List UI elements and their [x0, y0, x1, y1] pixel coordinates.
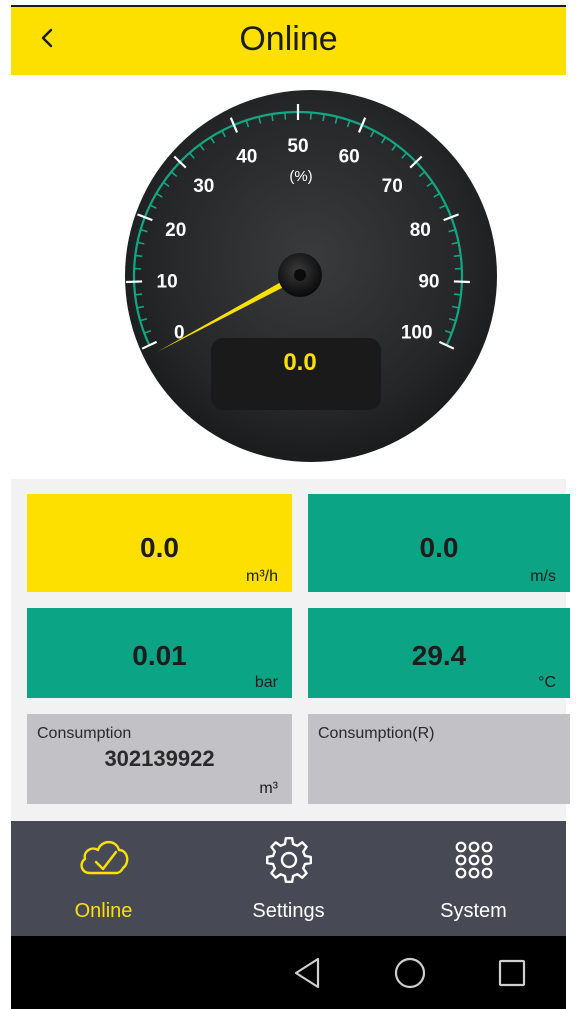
flow-rate-unit: m³/h [246, 568, 278, 585]
pressure-unit: bar [254, 674, 278, 691]
gauge-minor-tick [453, 293, 462, 296]
gauge-minor-tick [135, 254, 143, 258]
gauge-major-tick [126, 280, 143, 284]
gauge-tick-label: 90 [418, 272, 439, 293]
gauge-tick-label: 100 [401, 322, 433, 343]
consumption-unit: m³ [259, 780, 278, 797]
gauge-readout: 0.0 [283, 349, 316, 376]
velocity-value: 0.0 [419, 532, 459, 563]
velocity-unit: m/s [530, 568, 556, 585]
recents-square-icon[interactable] [492, 953, 532, 993]
velocity-tile: 0.0 m/s [308, 494, 570, 592]
gauge-tick-label: 50 [287, 136, 308, 157]
system-navigation-bar [11, 936, 566, 1009]
gauge-tick-label: 80 [410, 220, 431, 241]
nav-label-settings: Settings [252, 900, 325, 922]
consumption-value: 302139922 [104, 746, 215, 771]
bottom-navigation: Online Settings System [11, 821, 566, 936]
gauge-unit-label: (%) [289, 168, 312, 185]
cloud-check-icon [79, 840, 128, 875]
gauge-minor-tick [453, 254, 461, 258]
pressure-value: 0.01 [132, 640, 187, 671]
back-triangle-icon[interactable] [288, 953, 328, 993]
gear-icon [265, 837, 312, 883]
gauge-minor-tick [284, 112, 287, 120]
temperature-value: 29.4 [411, 640, 467, 671]
consumption-r-tile: Consumption(R) [308, 714, 570, 804]
page-title: Online [239, 20, 338, 58]
gauge-tick-label: 60 [339, 146, 360, 167]
gauge-tick-label: 40 [236, 146, 257, 167]
app-header: Online [11, 5, 566, 75]
temperature-tile: 29.4 °C [308, 608, 570, 698]
gauge-tick-label: 70 [382, 176, 403, 197]
nav-item-system[interactable]: System [381, 821, 566, 936]
gauge-hub-center [294, 269, 306, 281]
flow-rate-value: 0.0 [140, 532, 179, 563]
gauge-tick-label: 30 [193, 176, 214, 197]
temperature-unit: °C [538, 674, 556, 691]
consumption-label: Consumption [37, 725, 132, 742]
gauge-minor-tick [309, 112, 312, 120]
gauge-tick-label: 10 [157, 272, 178, 293]
measurement-tiles: 0.0 m³/h 0.0 m/s 0.01 bar 29.4 °C Consum… [11, 479, 570, 821]
nav-label-system: System [440, 900, 507, 922]
nav-label-online: Online [74, 900, 133, 922]
nav-item-online[interactable]: Online [11, 821, 196, 936]
nav-item-settings[interactable]: Settings [196, 821, 381, 936]
gauge-tick-label: 20 [165, 220, 186, 241]
flow-rate-tile: 0.0 m³/h [27, 494, 292, 592]
pressure-tile: 0.01 bar [27, 608, 292, 698]
consumption-tile: Consumption 302139922 m³ [27, 714, 292, 804]
gauge-minor-tick [270, 113, 274, 122]
speedometer-gauge: 010203040 50 60708090100 (%) 0.0 [125, 90, 497, 462]
consumption-r-label: Consumption(R) [318, 725, 435, 742]
home-circle-icon[interactable] [390, 953, 430, 993]
gauge-minor-tick [322, 113, 326, 122]
gauge-minor-tick [134, 293, 143, 296]
grid-dots-icon [455, 841, 492, 879]
gauge-major-tick [453, 280, 470, 284]
